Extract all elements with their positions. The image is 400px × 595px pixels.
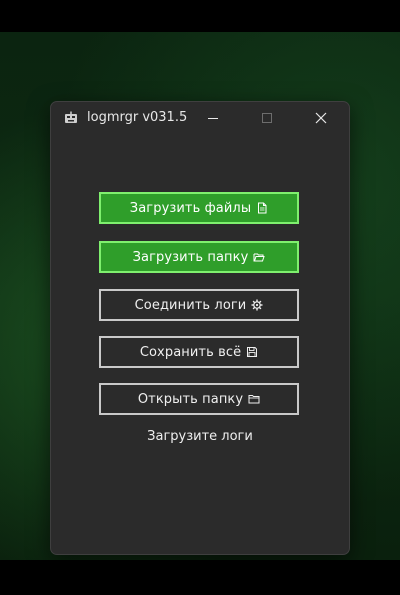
app-icon <box>63 110 79 126</box>
status-text: Загрузите логи <box>147 429 253 444</box>
app-window: logmrgr v031.5 Загрузить файлы Загрузить… <box>50 101 350 555</box>
minimize-button[interactable] <box>190 102 236 134</box>
save-all-button[interactable]: Сохранить всё <box>99 336 299 368</box>
floppy-disk-icon <box>246 346 258 358</box>
minimize-icon <box>208 118 218 119</box>
merge-logs-label: Соединить логи <box>134 297 247 313</box>
maximize-button[interactable] <box>244 102 290 134</box>
load-folder-label: Загрузить папку <box>132 249 249 265</box>
window-title: logmrgr v031.5 <box>87 110 188 125</box>
close-button[interactable] <box>298 102 344 134</box>
merge-logs-button[interactable]: Соединить логи <box>99 289 299 321</box>
folder-icon <box>248 393 260 405</box>
load-folder-button[interactable]: Загрузить папку <box>99 241 299 273</box>
title-bar[interactable]: logmrgr v031.5 <box>51 102 349 134</box>
open-folder-button[interactable]: Открыть папку <box>99 383 299 415</box>
save-all-label: Сохранить всё <box>139 344 242 360</box>
open-folder-label: Открыть папку <box>137 391 244 407</box>
load-files-button[interactable]: Загрузить файлы <box>99 192 299 224</box>
folder-open-icon <box>253 251 266 263</box>
close-icon <box>315 112 327 124</box>
gear-icon <box>251 299 263 311</box>
maximize-icon <box>262 113 272 123</box>
file-icon <box>256 202 268 214</box>
desktop-background: logmrgr v031.5 Загрузить файлы Загрузить… <box>0 32 400 560</box>
load-files-label: Загрузить файлы <box>129 200 252 216</box>
